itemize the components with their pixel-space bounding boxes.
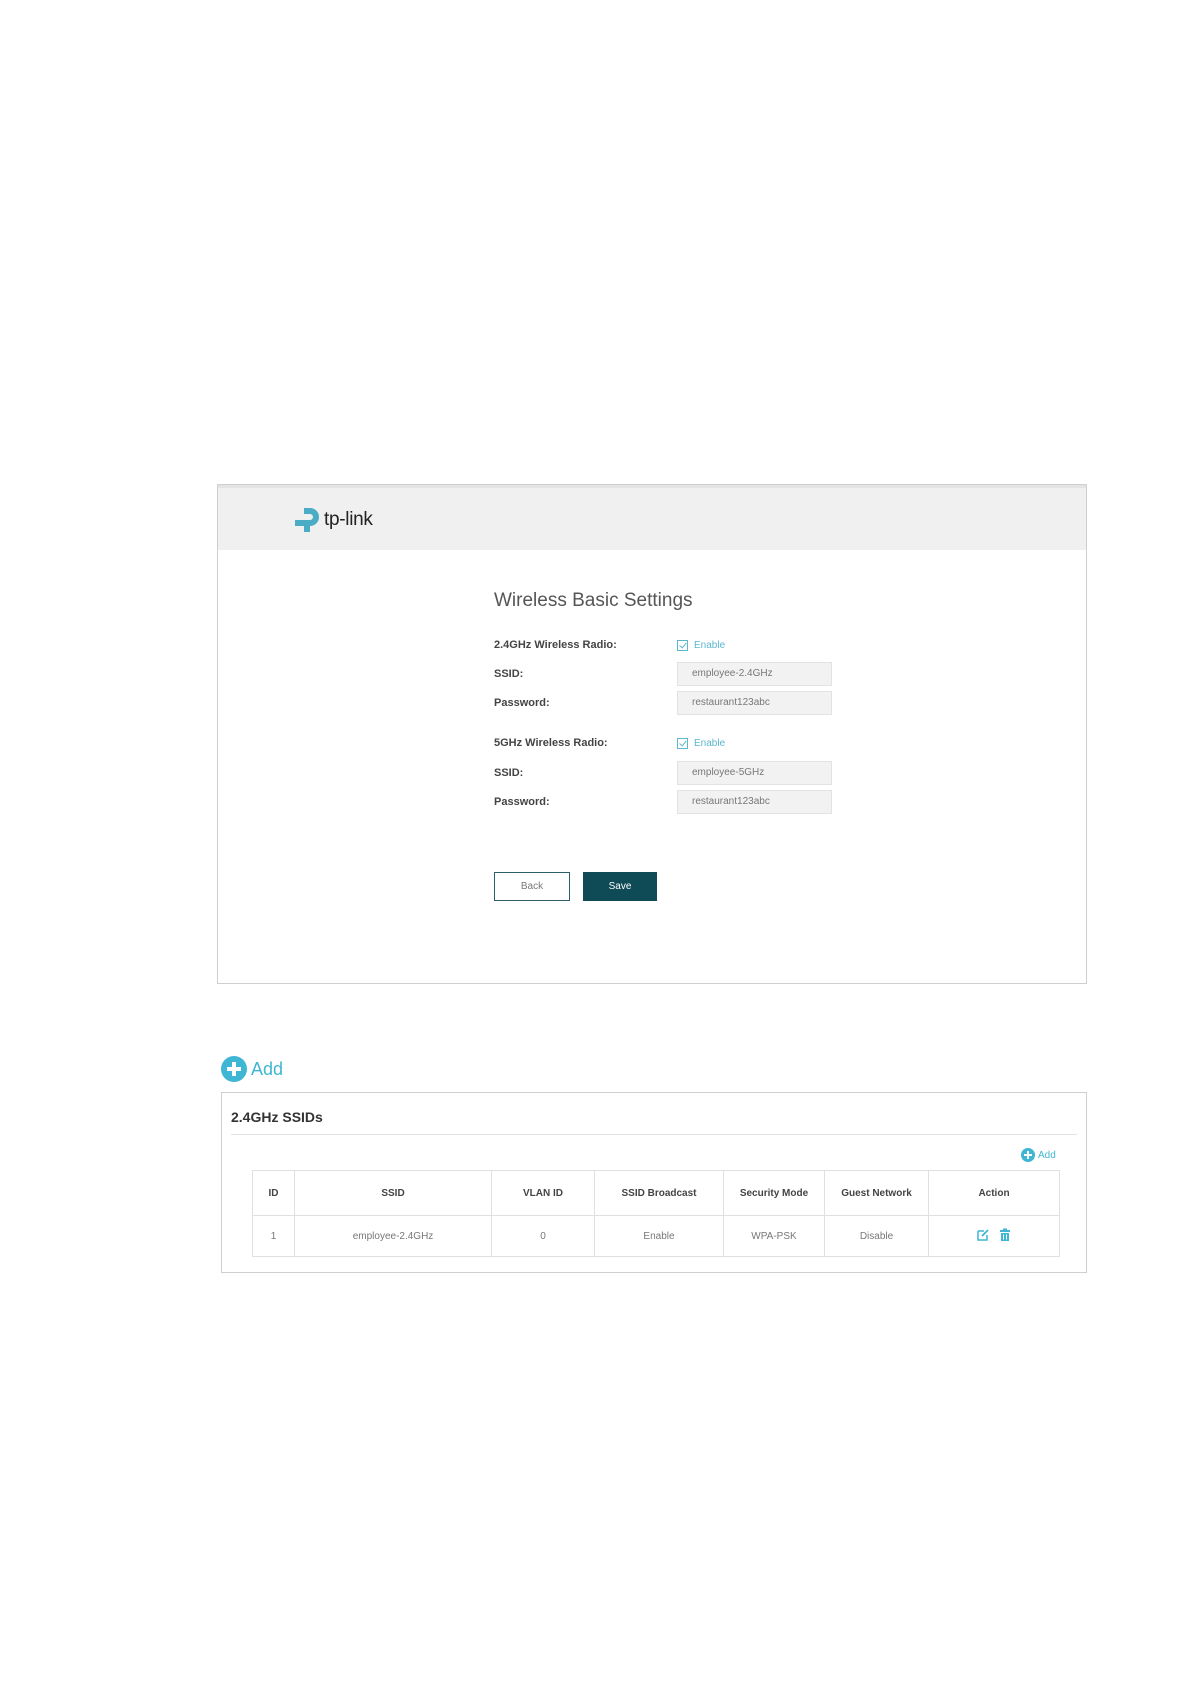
radio-24ghz-label: 2.4GHz Wireless Radio: [494, 639, 617, 651]
back-button[interactable]: Back [494, 872, 570, 901]
cell-id: 1 [252, 1215, 295, 1257]
panel-title: 2.4GHz SSIDs [231, 1109, 323, 1125]
cell-broadcast: Enable [594, 1215, 724, 1257]
ssid-table: ID SSID VLAN ID SSID Broadcast Security … [252, 1170, 1060, 1257]
add-ssid-button[interactable]: Add [1021, 1148, 1056, 1162]
cell-guest-network: Disable [824, 1215, 929, 1257]
save-button[interactable]: Save [583, 872, 657, 901]
page-title: Wireless Basic Settings [494, 590, 693, 611]
plus-circle-icon [221, 1056, 247, 1082]
delete-icon[interactable] [998, 1228, 1012, 1242]
ssid-5ghz-input[interactable]: employee-5GHz [677, 761, 832, 785]
add-label: Add [251, 1058, 284, 1079]
wireless-settings-screen: tp-link Wireless Basic Settings 2.4GHz W… [217, 484, 1087, 984]
table-row: 1 employee-2.4GHz 0 Enable WPA-PSK Disab… [252, 1215, 1060, 1257]
tp-link-logo: tp-link [293, 506, 373, 534]
ssid-24ghz-label: SSID: [494, 668, 524, 680]
checkbox-checked-icon [677, 737, 688, 749]
app-header: tp-link [218, 485, 1086, 550]
column-header-guest-network: Guest Network [824, 1170, 929, 1216]
password-24ghz-label: Password: [494, 697, 550, 709]
tp-link-logo-icon [295, 508, 319, 532]
cell-ssid: employee-2.4GHz [294, 1215, 492, 1257]
enable-label: Enable [694, 737, 726, 749]
brand-name: tp-link [324, 509, 373, 530]
password-5ghz-row: Password: restaurant123abc [494, 790, 832, 814]
ssid-5ghz-label: SSID: [494, 767, 524, 779]
ssid-list-panel: 2.4GHz SSIDs Add ID SSID VLAN ID SSID Br… [221, 1092, 1087, 1273]
checkbox-checked-icon [677, 639, 688, 651]
password-24ghz-row: Password: restaurant123abc [494, 691, 832, 715]
column-header-security-mode: Security Mode [723, 1170, 825, 1216]
table-header-row: ID SSID VLAN ID SSID Broadcast Security … [252, 1170, 1060, 1216]
plus-circle-icon [1021, 1148, 1035, 1162]
cell-action [928, 1215, 1060, 1257]
password-24ghz-input[interactable]: restaurant123abc [677, 691, 832, 715]
ssid-24ghz-input[interactable]: employee-2.4GHz [677, 662, 832, 686]
ssid-5ghz-row: SSID: employee-5GHz [494, 761, 832, 785]
radio-24ghz-enable-checkbox[interactable]: Enable [677, 639, 726, 651]
radio-5ghz-enable-checkbox[interactable]: Enable [677, 737, 726, 749]
password-5ghz-input[interactable]: restaurant123abc [677, 790, 832, 814]
column-header-action: Action [928, 1170, 1060, 1216]
column-header-id: ID [252, 1170, 295, 1216]
column-header-ssid: SSID [294, 1170, 492, 1216]
enable-label: Enable [694, 639, 726, 651]
edit-icon[interactable] [976, 1228, 990, 1242]
add-button[interactable]: Add [221, 1056, 283, 1082]
radio-5ghz-label: 5GHz Wireless Radio: [494, 737, 608, 749]
divider [231, 1134, 1077, 1135]
cell-vlan-id: 0 [491, 1215, 595, 1257]
radio-24ghz-row: 2.4GHz Wireless Radio: Enable [494, 633, 725, 657]
password-5ghz-label: Password: [494, 796, 550, 808]
column-header-ssid-broadcast: SSID Broadcast [594, 1170, 724, 1216]
cell-security-mode: WPA-PSK [723, 1215, 825, 1257]
column-header-vlan-id: VLAN ID [491, 1170, 595, 1216]
add-ssid-label: Add [1038, 1149, 1056, 1161]
ssid-24ghz-row: SSID: employee-2.4GHz [494, 662, 832, 686]
radio-5ghz-row: 5GHz Wireless Radio: Enable [494, 731, 725, 755]
